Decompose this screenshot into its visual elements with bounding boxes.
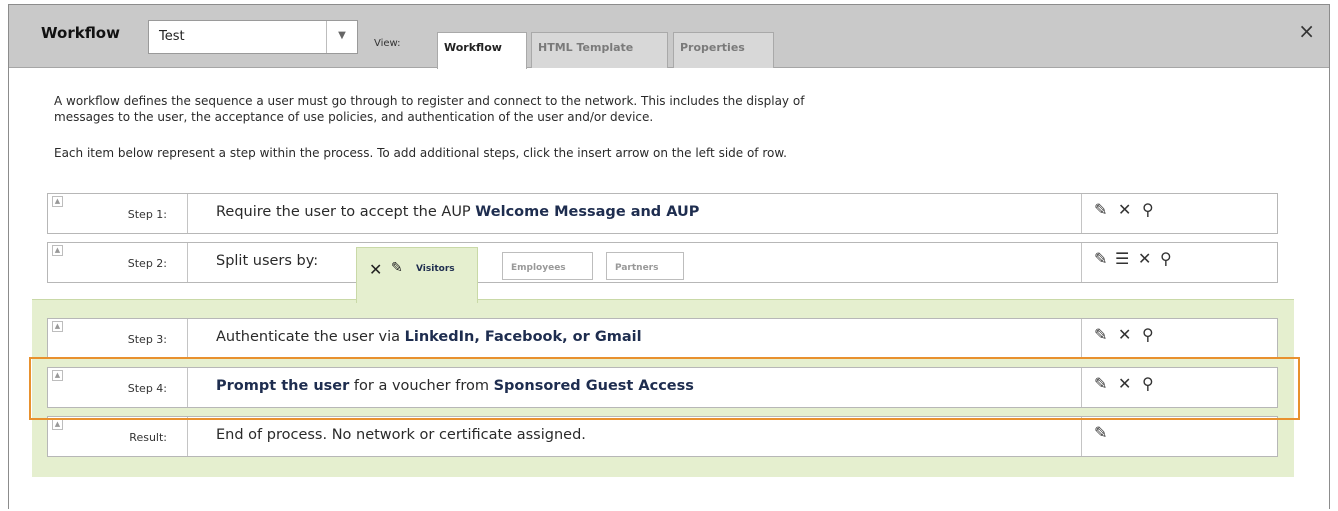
description-line-2: messages to the user, the acceptance of … (54, 110, 654, 124)
step-link-auth-sources[interactable]: LinkedIn, Facebook, or Gmail (405, 329, 642, 345)
step-actions: ✎ ✕ ⚲ (1081, 194, 1277, 233)
close-icon[interactable]: ✕ (1118, 200, 1131, 219)
step-label: Step 3: (48, 319, 188, 358)
step-label: Result: (48, 417, 188, 456)
step-content: Require the user to accept the AUP Welco… (216, 204, 699, 220)
magnifier-icon[interactable]: ⚲ (1142, 200, 1154, 219)
magnifier-icon[interactable]: ⚲ (1160, 249, 1172, 268)
step-actions: ✎ ✕ ⚲ (1081, 319, 1277, 358)
close-icon[interactable]: ✕ (1138, 249, 1151, 268)
pencil-icon[interactable]: ✎ (391, 260, 403, 276)
workflow-step-1: ▲ Step 1: Require the user to accept the… (47, 193, 1278, 234)
step-4-highlight-box (29, 357, 1300, 420)
view-label: View: (374, 38, 401, 49)
split-tab-visitors[interactable]: ✕ ✎ Visitors (356, 247, 478, 303)
split-tab-label: Visitors (416, 264, 455, 274)
list-icon[interactable]: ☰ (1115, 249, 1129, 268)
step-actions: ✎ ☰ ✕ ⚲ (1081, 243, 1277, 282)
workflow-select[interactable]: Test ▼ (148, 20, 358, 54)
step-text: Split users by: (216, 253, 319, 269)
split-tab-employees[interactable]: Employees (502, 252, 593, 280)
close-icon[interactable]: ✕ (369, 260, 382, 279)
tab-html-template[interactable]: HTML Template (531, 32, 668, 68)
description-line-1: A workflow defines the sequence a user m… (54, 94, 805, 108)
tab-workflow[interactable]: Workflow (437, 32, 527, 69)
step-text: Require the user to accept the AUP (216, 204, 476, 220)
workflow-result: ▲ Result: End of process. No network or … (47, 416, 1278, 457)
step-label: Step 1: (48, 194, 188, 233)
step-text: End of process. No network or certificat… (216, 427, 586, 443)
step-link-welcome-message[interactable]: Welcome Message and AUP (475, 204, 699, 220)
magnifier-icon[interactable]: ⚲ (1142, 325, 1154, 344)
split-tab-partners[interactable]: Partners (606, 252, 684, 280)
close-icon[interactable]: ✕ (1118, 325, 1131, 344)
description-line-3: Each item below represent a step within … (54, 146, 787, 160)
step-text: Authenticate the user via (216, 329, 405, 345)
close-icon[interactable]: × (1298, 19, 1315, 43)
step-content: Authenticate the user via LinkedIn, Face… (216, 329, 642, 345)
pencil-icon[interactable]: ✎ (1094, 200, 1107, 219)
chevron-down-icon[interactable]: ▼ (326, 21, 357, 53)
workflow-select-value: Test (159, 29, 185, 44)
dialog-header: Workflow Test ▼ View: Workflow HTML Temp… (9, 5, 1329, 69)
step-actions: ✎ (1081, 417, 1277, 456)
pencil-icon[interactable]: ✎ (1094, 249, 1107, 268)
step-label: Step 2: (48, 243, 188, 282)
pencil-icon[interactable]: ✎ (1094, 423, 1107, 442)
pencil-icon[interactable]: ✎ (1094, 325, 1107, 344)
tab-properties[interactable]: Properties (673, 32, 774, 68)
workflow-step-3: ▲ Step 3: Authenticate the user via Link… (47, 318, 1278, 359)
dialog-title: Workflow (41, 24, 120, 42)
